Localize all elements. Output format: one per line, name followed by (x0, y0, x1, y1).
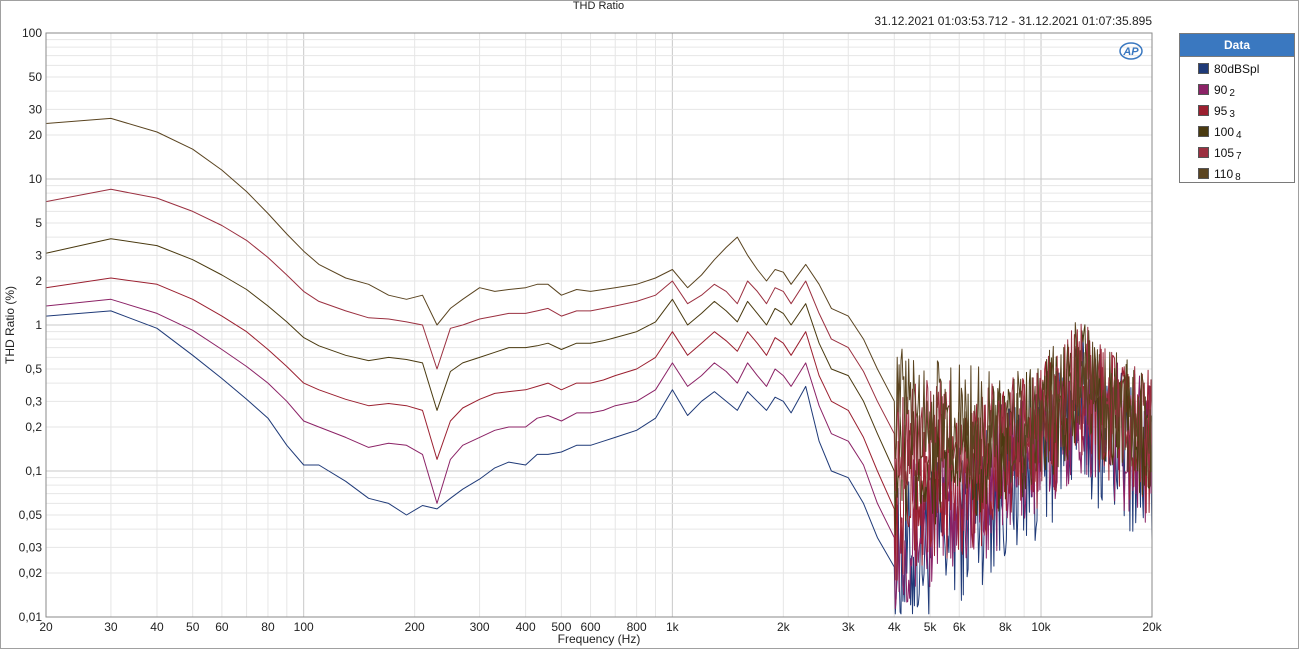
legend-series-name: 90 (1214, 83, 1228, 97)
x-tick-label: 60 (215, 620, 229, 634)
y-tick-label: 2 (35, 274, 42, 288)
y-axis-label: THD Ratio (%) (3, 286, 17, 364)
legend-series-name: 100 (1214, 125, 1235, 139)
x-tick-label: 4k (888, 620, 902, 634)
legend-swatch (1198, 63, 1209, 74)
y-tick-label: 0,02 (19, 566, 43, 580)
legend-series-name: 95 (1214, 104, 1228, 118)
y-tick-label: 0,5 (25, 362, 42, 376)
legend-swatch (1198, 84, 1209, 95)
legend-item[interactable]: 100 4 (1180, 120, 1294, 141)
legend-series-name: 105 (1214, 146, 1235, 160)
svg-text:AP: AP (1122, 46, 1139, 58)
legend-series-name: 80dBSpl (1214, 62, 1260, 76)
legend-swatch (1198, 126, 1209, 137)
ap-logo-icon: AP (1119, 42, 1143, 60)
x-tick-label: 400 (516, 620, 536, 634)
legend-label: 95 3 (1214, 104, 1235, 120)
y-tick-label: 0,3 (25, 394, 42, 408)
legend-label: 100 4 (1214, 125, 1242, 141)
legend-label: 110 8 (1214, 167, 1241, 183)
legend-label: 105 7 (1214, 146, 1242, 162)
y-tick-label: 0,03 (19, 540, 43, 554)
legend-item[interactable]: 95 3 (1180, 99, 1294, 120)
x-tick-label: 80 (261, 620, 275, 634)
series-line-4 (45, 188, 1153, 492)
legend-item[interactable]: 80dBSpl (1180, 57, 1294, 78)
x-tick-label: 100 (294, 620, 314, 634)
legend-series-name: 110 (1214, 167, 1234, 181)
x-tick-label: 30 (104, 620, 118, 634)
x-tick-label: 300 (470, 620, 490, 634)
y-tick-label: 5 (35, 216, 42, 230)
y-tick-label: 100 (22, 26, 42, 40)
x-tick-label: 2k (777, 620, 791, 634)
y-tick-label: 0,2 (25, 420, 42, 434)
x-tick-label: 5k (924, 620, 938, 634)
legend-series-index: 4 (1236, 130, 1242, 141)
x-tick-label: 40 (150, 620, 164, 634)
legend-swatch (1198, 168, 1209, 179)
x-tick-label: 8k (999, 620, 1013, 634)
y-tick-label: 1 (35, 318, 42, 332)
legend: Data 80dBSpl 90 2 95 3 100 4 105 7 110 8 (1179, 33, 1295, 183)
x-tick-label: 200 (405, 620, 425, 634)
legend-label: 80dBSpl (1214, 62, 1259, 76)
y-tick-label: 30 (29, 102, 43, 116)
x-tick-label: 3k (842, 620, 856, 634)
legend-series-index: 7 (1236, 151, 1242, 162)
y-tick-label: 3 (35, 248, 42, 262)
legend-series-index: 3 (1229, 109, 1235, 120)
series-line-3 (45, 238, 1153, 536)
y-tick-label: 20 (29, 128, 43, 142)
x-tick-label: 20k (1142, 620, 1162, 634)
y-tick-label: 0,01 (19, 610, 43, 624)
legend-item[interactable]: 105 7 (1180, 141, 1294, 162)
legend-title: Data (1180, 34, 1294, 57)
legend-swatch (1198, 147, 1209, 158)
legend-series-index: 2 (1229, 88, 1235, 99)
y-tick-label: 50 (29, 70, 43, 84)
legend-item[interactable]: 90 2 (1180, 78, 1294, 99)
legend-label: 90 2 (1214, 83, 1235, 99)
x-tick-label: 10k (1031, 620, 1051, 634)
legend-swatch (1198, 105, 1209, 116)
y-tick-label: 10 (29, 172, 43, 186)
y-tick-labels: 100 50 30 20 10 5 3 2 1 0,5 0,3 0,2 0,1 0,05 0,03 0,02 0… (19, 26, 43, 624)
x-tick-label: 50 (186, 620, 200, 634)
legend-series-index: 8 (1235, 172, 1241, 183)
x-tick-label: 1k (666, 620, 680, 634)
y-tick-label: 0,05 (19, 508, 43, 522)
thd-chart: 20 30 40 50 60 80 100 200 300 400 500 600 800 1k 2k 3k 4… (3, 26, 1163, 646)
x-axis-label: Frequency (Hz) (558, 632, 641, 646)
legend-item[interactable]: 110 8 (1180, 162, 1294, 183)
y-tick-label: 0,1 (25, 464, 42, 478)
x-tick-label: 6k (953, 620, 967, 634)
